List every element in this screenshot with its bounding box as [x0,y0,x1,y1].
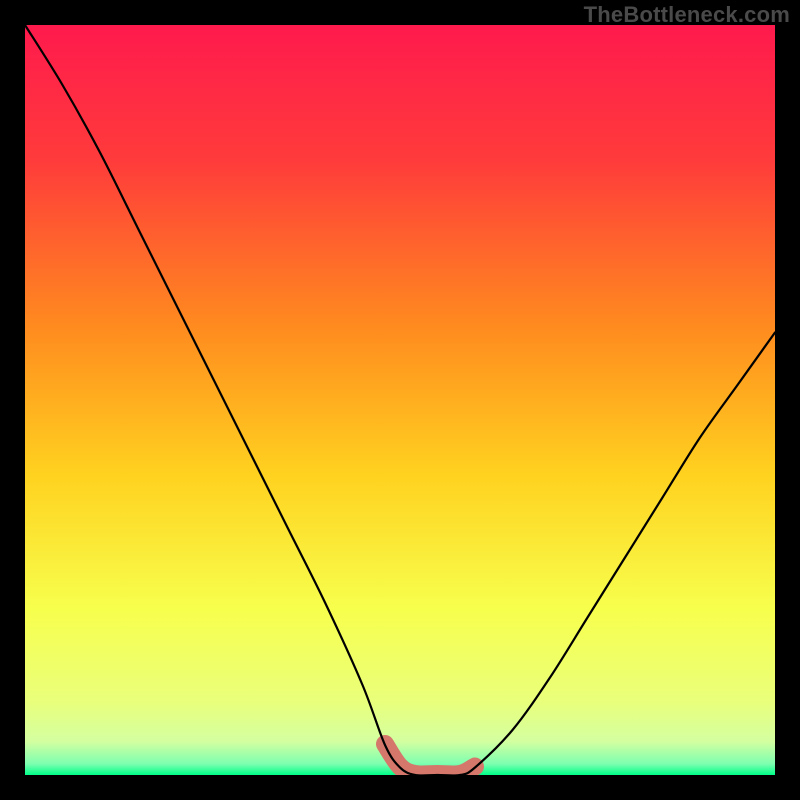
bottleneck-chart [25,25,775,775]
watermark-text: TheBottleneck.com [584,2,790,28]
plot-background [25,25,775,775]
chart-frame: TheBottleneck.com [0,0,800,800]
